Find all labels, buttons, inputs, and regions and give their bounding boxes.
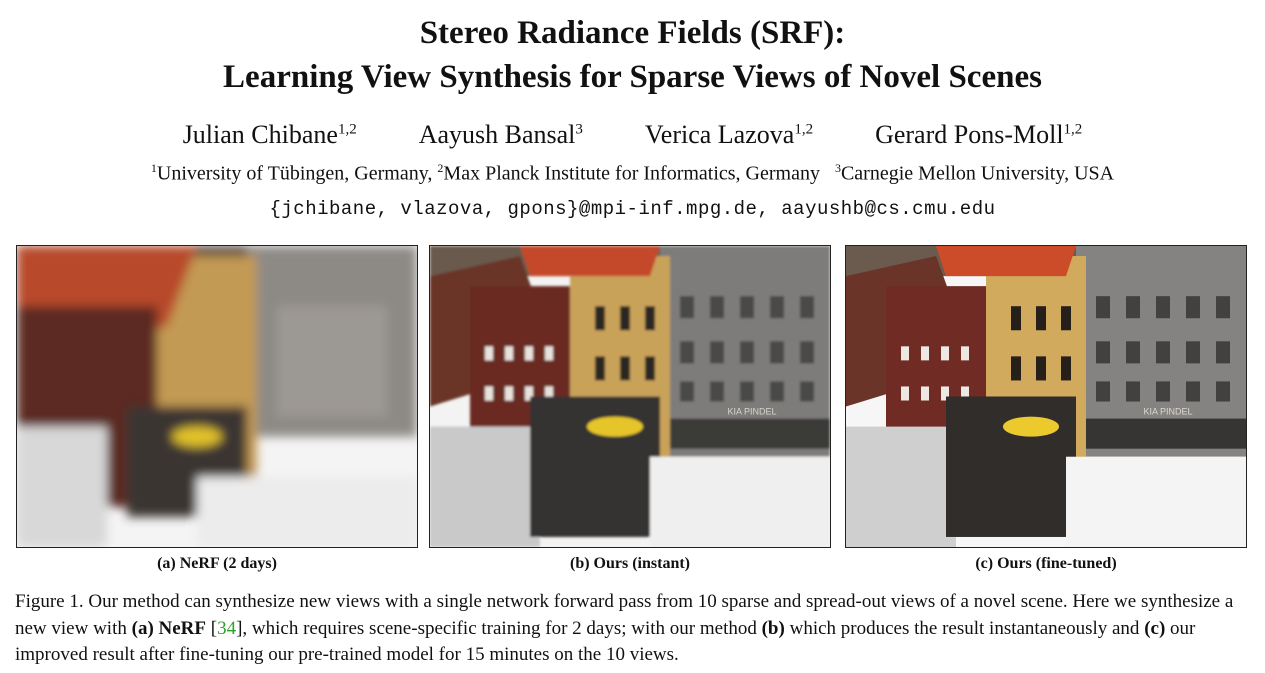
citation-link[interactable]: 34: [217, 618, 236, 639]
panel-caption-b: (b) Ours (instant): [569, 555, 690, 572]
shop-sign-text: KIA PINDEL: [728, 407, 777, 417]
shop-sign-text: KIA PINDEL: [1144, 407, 1193, 417]
author-list: Julian Chibane1,2 Aayush Bansal3 Verica …: [0, 120, 1265, 150]
ours-instant-render-image: KIA PINDEL: [429, 245, 831, 548]
panel-caption-c: (c) Ours (fine-tuned): [975, 555, 1117, 572]
paper-title-line1: Stereo Radiance Fields (SRF):: [419, 15, 846, 51]
paper-title-line2: Learning View Synthesis for Sparse Views…: [223, 59, 1042, 95]
author-emails: {jchibane, vlazova, gpons}@mpi-inf.mpg.d…: [269, 198, 996, 220]
author: Julian Chibane1,2: [182, 120, 357, 149]
author: Verica Lazova1,2: [644, 120, 814, 149]
author: Gerard Pons-Moll1,2: [875, 120, 1083, 149]
nerf-render-image: [16, 245, 418, 548]
ours-fine-tuned-render-image: KIA PINDEL: [845, 245, 1247, 548]
author: Aayush Bansal3: [418, 120, 583, 149]
figure-caption: Figure 1. Our method can synthesize new …: [15, 591, 1234, 665]
panel-caption-a: (a) NeRF (2 days): [157, 555, 277, 572]
affiliations: 1University of Tübingen, Germany, 2Max P…: [150, 161, 1115, 185]
